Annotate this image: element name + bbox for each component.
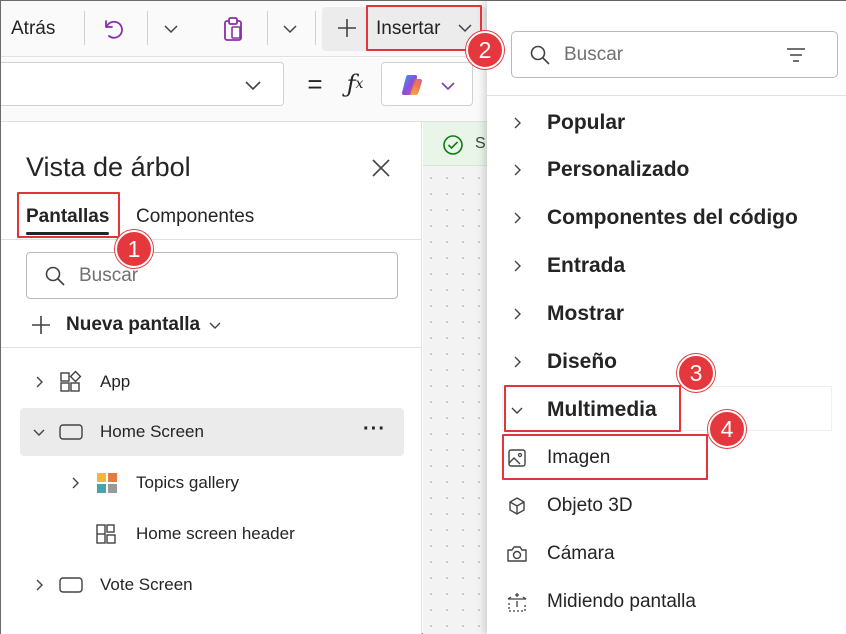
chevron-right-icon[interactable] [56,476,94,490]
copilot-button[interactable] [381,62,473,106]
category-custom[interactable]: Personalizado [487,150,689,190]
chevron-right-icon[interactable] [20,375,58,389]
plus-icon [334,15,360,41]
back-button[interactable]: Atrás [11,18,55,40]
plus-icon [29,313,53,337]
insert-search-input[interactable]: Buscar [511,31,838,78]
insert-item-measuring-camera[interactable]: Midiendo pantalla [487,582,696,622]
search-icon [528,43,552,67]
separator [84,11,85,45]
category-label: Diseño [547,350,618,373]
node-label: Home Screen [100,422,204,441]
undo-dropdown-chevron-icon[interactable] [157,15,185,43]
checkmark-circle-icon [441,133,465,157]
new-screen-label: Nueva pantalla [66,314,201,335]
chevron-right-icon [487,211,547,225]
category-input[interactable]: Entrada [487,246,625,286]
category-popular[interactable]: Popular [487,103,625,143]
screen-icon [58,422,84,442]
item-label: Cámara [547,543,615,564]
measure-icon [487,591,547,613]
tree-node-home-screen-header[interactable]: Home screen header [94,510,404,558]
annotation-badge: 3 [677,354,715,392]
category-display[interactable]: Mostrar [487,294,624,334]
category-label: Componentes del código [547,206,798,229]
app-icon [58,370,84,394]
annotation-box-insert-button [366,5,482,51]
divider [487,95,846,96]
close-icon[interactable] [367,154,395,182]
divider [1,347,422,348]
insert-item-3d-object[interactable]: Objeto 3D [487,486,633,526]
equals-icon: = [307,68,323,99]
annotation-badge: 1 [115,230,153,268]
status-banner: S [423,122,487,166]
panel-title: Vista de árbol [26,152,191,182]
category-label: Personalizado [547,158,690,181]
new-screen-button[interactable]: Nueva pantalla [29,310,222,340]
item-label: Midiendo pantalla [547,591,696,612]
chevron-down-icon [208,318,222,332]
category-label: Entrada [547,254,626,277]
category-label: Popular [547,111,626,134]
separator [315,11,316,45]
fx-icon[interactable]: ƒx [337,66,373,102]
separator [147,11,148,45]
tree-search-input[interactable]: Buscar [26,252,398,299]
node-label: Topics gallery [136,473,239,492]
tree-node-topics-gallery[interactable]: Topics gallery [56,459,404,507]
chevron-down-icon [239,71,267,99]
annotation-badge: 2 [466,31,504,69]
node-label: Home screen header [136,524,295,543]
container-icon [94,522,120,546]
chevron-right-icon [487,355,547,369]
status-text: S [475,135,486,152]
annotation-box-media-category [504,385,681,432]
divider [1,239,422,240]
category-label: Mostrar [547,302,625,325]
chevron-down-icon [436,74,460,98]
annotation-box-screens-tab [17,192,120,238]
formula-bar: = ƒx [1,58,487,122]
tree-node-app[interactable]: App [20,358,404,406]
chevron-right-icon [487,259,547,273]
insert-panel: Buscar Popular Personalizado Componentes… [487,1,846,634]
chevron-right-icon [487,163,547,177]
filter-icon[interactable] [784,43,808,67]
copilot-icon [398,72,426,98]
undo-icon[interactable] [97,13,129,45]
tree-node-home-screen[interactable]: Home Screen ··· [20,408,404,456]
node-label: App [100,372,131,391]
category-layout[interactable]: Diseño [487,342,617,382]
chevron-right-icon [487,116,547,130]
screen-icon [58,575,84,595]
cube-icon [487,496,547,516]
insert-item-camera[interactable]: Cámara [487,534,615,574]
search-icon [43,264,67,288]
category-code-components[interactable]: Componentes del código [487,198,798,238]
property-dropdown[interactable] [1,62,284,106]
canvas-area[interactable] [423,122,487,634]
separator [267,11,268,45]
tab-components[interactable]: Componentes [136,206,254,228]
paste-dropdown-chevron-icon[interactable] [276,15,304,43]
chevron-down-icon[interactable] [20,425,58,439]
camera-icon [487,544,547,564]
annotation-badge: 4 [708,410,746,448]
search-placeholder: Buscar [564,44,624,65]
more-options-icon[interactable]: ··· [363,418,386,441]
annotation-box-image-item [502,434,708,480]
search-placeholder: Buscar [79,265,139,286]
item-label: Objeto 3D [547,495,633,516]
gallery-icon [94,471,120,495]
chevron-right-icon [487,307,547,321]
paste-icon[interactable] [217,13,249,45]
chevron-right-icon[interactable] [20,578,58,592]
tree-node-vote-screen[interactable]: Vote Screen [20,561,404,609]
node-label: Vote Screen [100,575,193,594]
